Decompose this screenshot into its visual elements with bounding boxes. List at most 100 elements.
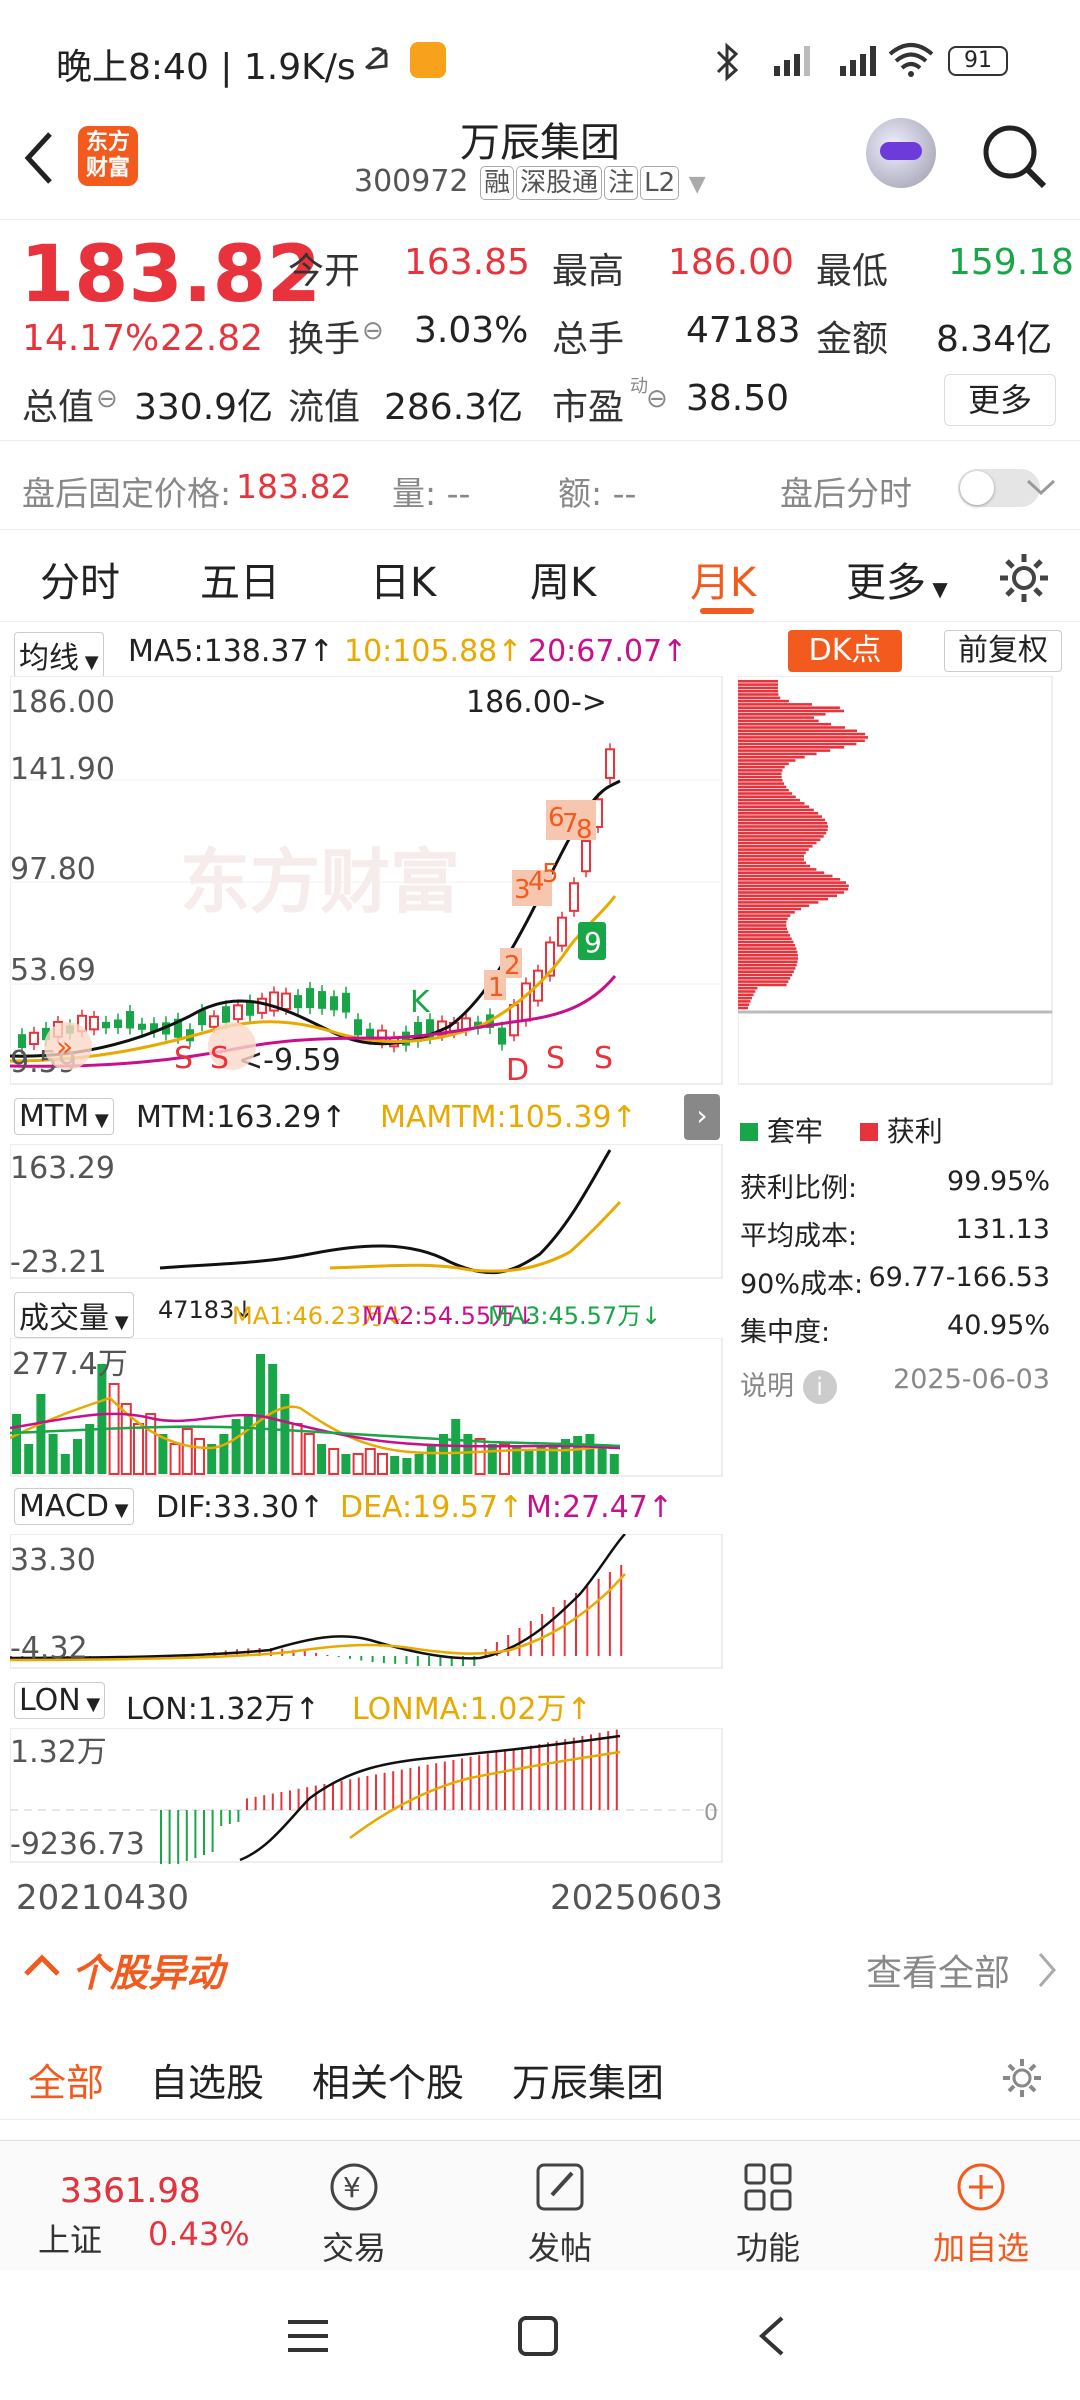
chevron-up-icon[interactable]	[22, 1952, 62, 1978]
dk-point-button[interactable]: DK点	[788, 630, 902, 672]
back-icon[interactable]	[20, 128, 60, 188]
count-label: 9	[584, 926, 602, 959]
mtm-chart: 163.29 -23.21	[10, 1144, 723, 1280]
after-timeshare-label: 盘后分时	[780, 474, 912, 513]
filter-all[interactable]: 全部	[28, 2052, 104, 2107]
tab-five-day[interactable]: 五日	[200, 550, 280, 608]
mtm-select[interactable]: MTM ▼	[14, 1098, 114, 1135]
status-bar: 晚上8:40 | 1.9K/s 91	[0, 0, 1080, 100]
nav-post[interactable]: 发帖	[510, 2159, 610, 2269]
lon-bar	[435, 1763, 438, 1810]
chip-bar	[738, 742, 857, 746]
home-icon[interactable]	[516, 2314, 560, 2358]
info-icon[interactable]: ⊖	[646, 384, 668, 414]
y-label: 97.80	[10, 852, 96, 887]
macd-bar	[303, 1651, 306, 1656]
info-icon[interactable]: ⊖	[362, 316, 384, 346]
chevron-right-icon[interactable]	[1036, 1950, 1060, 1990]
chip-bar	[738, 686, 779, 690]
active-tab-indicator	[700, 608, 754, 614]
menu-icon[interactable]	[286, 2316, 330, 2356]
change-amount: 22.82	[160, 318, 264, 359]
chip-bar	[738, 967, 796, 970]
filter-stock[interactable]: 万辰集团	[512, 2052, 664, 2107]
candle	[89, 1015, 99, 1031]
nav-add-watchlist[interactable]: 加自选	[926, 2159, 1036, 2269]
search-icon[interactable]	[980, 122, 1050, 192]
tab-weekly-k[interactable]: 周K	[530, 550, 596, 608]
lon-bar	[228, 1810, 231, 1824]
chip-row: 获利比例: 99.95%	[740, 1166, 1050, 1204]
lon-bar	[572, 1737, 575, 1810]
index-value[interactable]: 3361.98	[60, 2171, 201, 2211]
macd-select[interactable]: MACD ▼	[14, 1488, 134, 1525]
after-hours-row: 盘后固定价格: 183.82 量: -- 额: -- 盘后分时	[0, 440, 1080, 530]
mktcap-value: 330.9亿	[134, 387, 274, 428]
settings-gear-icon[interactable]	[996, 550, 1052, 606]
chevron-down-icon[interactable]	[1026, 475, 1056, 499]
chip-bar	[738, 990, 756, 993]
chip-bar	[738, 722, 832, 726]
nav-functions[interactable]: 功能	[718, 2159, 818, 2269]
view-all-link[interactable]: 查看全部	[866, 1944, 1010, 1996]
tab-timeshare[interactable]: 分时	[40, 550, 120, 608]
chip-bar	[738, 871, 825, 874]
info-icon[interactable]: i	[802, 1370, 837, 1404]
chip-bar	[738, 759, 796, 762]
lon-bar	[504, 1750, 506, 1810]
signal-k: K	[410, 985, 431, 1020]
tag-note: 注	[604, 166, 639, 200]
nav-trade[interactable]: ¥ 交易	[304, 2159, 404, 2269]
panel-expand-button[interactable]: ›	[684, 1094, 720, 1140]
lon-bar	[547, 1742, 549, 1810]
turnover-label: 换手	[288, 319, 361, 360]
lon-chart: 1.32万 -9236.73 0	[10, 1728, 723, 1864]
chip-bar	[738, 841, 817, 845]
macd-bar	[541, 1614, 544, 1656]
chip-bar	[738, 944, 796, 947]
volume-bar	[181, 1428, 193, 1475]
lon-select[interactable]: LON ▼	[14, 1682, 106, 1719]
chip-bar	[738, 779, 783, 782]
chip-bar	[738, 815, 823, 818]
y-label: 163.29	[10, 1151, 115, 1186]
chip-bar	[738, 821, 828, 825]
lon-bar	[564, 1739, 567, 1810]
lon-bar	[246, 1798, 248, 1810]
chip-bar	[738, 845, 813, 848]
volume-select[interactable]: 成交量 ▼	[14, 1292, 134, 1338]
lon-bar	[478, 1755, 481, 1810]
lon-bar	[461, 1758, 463, 1810]
chip-bar	[738, 680, 779, 683]
chip-bar	[738, 785, 787, 789]
lon-bar	[486, 1753, 489, 1810]
info-icon[interactable]: ⊖	[96, 384, 118, 414]
open-value: 163.85	[404, 242, 530, 283]
robot-assistant-icon[interactable]	[866, 118, 936, 188]
more-button[interactable]: 更多	[944, 374, 1056, 426]
chevron-down-icon[interactable]: ▼	[689, 172, 706, 197]
chip-bar	[738, 904, 810, 907]
lon-bar	[521, 1747, 524, 1810]
y-label: 1.32万	[10, 1735, 107, 1770]
candle	[306, 988, 314, 1009]
movers-title: 个股异动	[72, 1951, 225, 1995]
settings-gear-icon[interactable]	[1000, 2056, 1044, 2100]
lon-bar	[366, 1776, 369, 1810]
back-nav-icon[interactable]	[752, 2314, 792, 2358]
adjust-select[interactable]: 前复权	[944, 630, 1062, 672]
chip-bar	[738, 739, 865, 742]
kline-chart[interactable]: 东方财富 186.00 141.90 97.80 53.69 9.59 186.…	[10, 676, 724, 1086]
tab-daily-k[interactable]: 日K	[370, 550, 436, 608]
filter-related[interactable]: 相关个股	[312, 2052, 464, 2107]
chip-bar	[738, 798, 800, 802]
stock-movers-header[interactable]: 个股异动 查看全部	[0, 1930, 1080, 2010]
trade-icon: ¥	[330, 2163, 378, 2211]
filter-watchlist[interactable]: 自选股	[150, 2052, 264, 2107]
tab-more[interactable]: 更多 ▼	[846, 550, 948, 608]
ma-select[interactable]: 均线 ▼	[14, 632, 104, 678]
chip-bar	[738, 719, 819, 723]
tab-monthly-k[interactable]: 月K	[690, 550, 756, 608]
low-label: 最低	[816, 251, 889, 292]
macd-bar	[326, 1654, 329, 1656]
